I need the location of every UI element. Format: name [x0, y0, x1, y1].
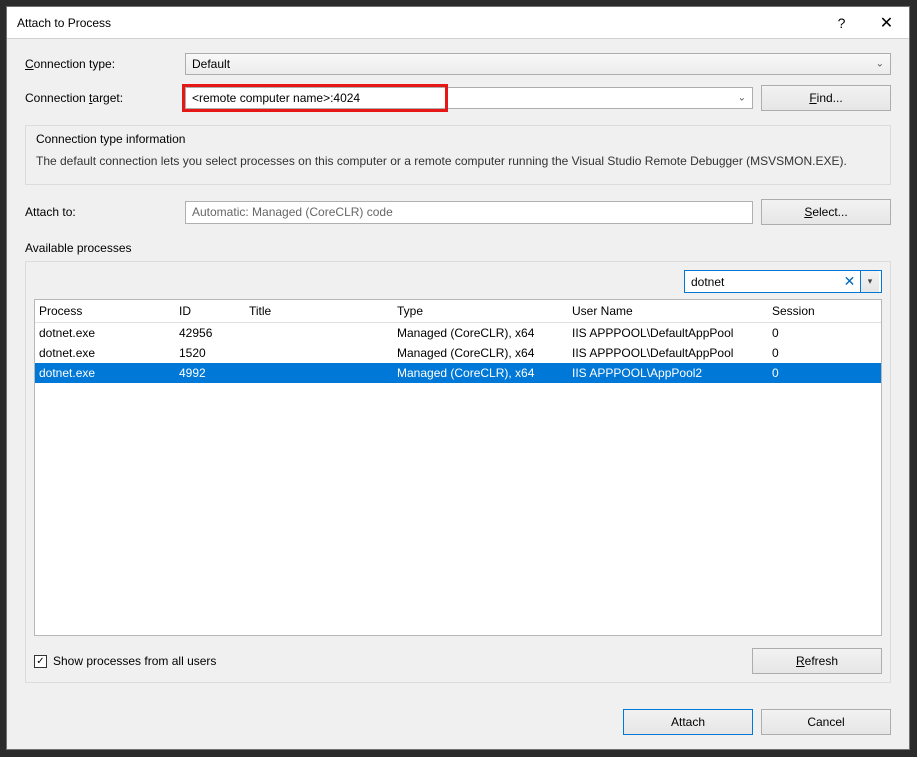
attach-to-process-dialog: Attach to Process ? ✕ Connection type: D… [6, 6, 910, 750]
cell-type: Managed (CoreCLR), x64 [393, 346, 568, 360]
checkbox-box: ✓ [34, 655, 47, 668]
cell-type: Managed (CoreCLR), x64 [393, 326, 568, 340]
action-row: Attach Cancel [7, 697, 909, 749]
filter-dropdown-icon[interactable]: ▾ [861, 271, 879, 292]
titlebar: Attach to Process ? ✕ [7, 7, 909, 39]
filter-row: dotnet ✕ ▾ [34, 270, 882, 293]
connection-target-row: Connection target: <remote computer name… [25, 85, 891, 111]
available-processes-label: Available processes [25, 241, 891, 255]
filter-input[interactable]: dotnet ✕ ▾ [684, 270, 882, 293]
col-session[interactable]: Session [768, 304, 848, 318]
cell-user: IIS APPPOOL\DefaultAppPool [568, 326, 768, 340]
table-row[interactable]: dotnet.exe42956 Managed (CoreCLR), x64IIS… [35, 323, 881, 343]
cell-session: 0 [768, 346, 848, 360]
help-icon[interactable]: ? [819, 7, 864, 39]
window-title: Attach to Process [17, 16, 819, 30]
clear-filter-icon[interactable]: ✕ [839, 271, 861, 292]
cell-type: Managed (CoreCLR), x64 [393, 366, 568, 380]
cell-user: IIS APPPOOL\AppPool2 [568, 366, 768, 380]
connection-target-combobox[interactable]: <remote computer name>:4024 ⌄ [185, 87, 753, 109]
connection-type-dropdown[interactable]: Default ⌄ [185, 53, 891, 75]
close-icon[interactable]: ✕ [864, 7, 909, 39]
connection-type-label: Connection type: [25, 57, 185, 71]
panel-bottom-row: ✓ Show processes from all users Refresh [34, 648, 882, 674]
cell-session: 0 [768, 366, 848, 380]
table-row[interactable]: dotnet.exe1520 Managed (CoreCLR), x64IIS … [35, 343, 881, 363]
cell-id: 42956 [175, 326, 245, 340]
show-all-users-label: Show processes from all users [53, 654, 216, 668]
col-title[interactable]: Title [245, 304, 393, 318]
table-body: dotnet.exe42956Managed (CoreCLR), x64IIS… [35, 323, 881, 635]
attach-to-value: Automatic: Managed (CoreCLR) code [192, 205, 393, 219]
cell-user: IIS APPPOOL\DefaultAppPool [568, 346, 768, 360]
select-button[interactable]: Select... [761, 199, 891, 225]
find-button[interactable]: Find... [761, 85, 891, 111]
table-row[interactable]: dotnet.exe4992 Managed (CoreCLR), x64IIS … [35, 363, 881, 383]
cell-process: dotnet.exe [35, 366, 175, 380]
cell-process: dotnet.exe [35, 326, 175, 340]
cancel-button[interactable]: Cancel [761, 709, 891, 735]
attach-to-field: Automatic: Managed (CoreCLR) code [185, 201, 753, 224]
refresh-button[interactable]: Refresh [752, 648, 882, 674]
info-group-title: Connection type information [36, 132, 880, 146]
col-process[interactable]: Process [35, 304, 175, 318]
filter-value: dotnet [691, 275, 839, 289]
cell-id: 1520 [175, 346, 245, 360]
connection-type-row: Connection type: Default ⌄ [25, 53, 891, 75]
connection-type-info-group: Connection type information The default … [25, 125, 891, 185]
chevron-down-icon: ⌄ [738, 93, 746, 104]
table-header: Process ID Title Type User Name Session [35, 300, 881, 323]
cell-process: dotnet.exe [35, 346, 175, 360]
col-type[interactable]: Type [393, 304, 568, 318]
attach-to-label: Attach to: [25, 205, 185, 219]
process-panel: dotnet ✕ ▾ Process ID Title Type User Na… [25, 261, 891, 683]
chevron-down-icon: ⌄ [876, 59, 884, 70]
show-all-users-checkbox[interactable]: ✓ Show processes from all users [34, 654, 216, 668]
col-user[interactable]: User Name [568, 304, 768, 318]
connection-type-value: Default [192, 57, 230, 71]
col-id[interactable]: ID [175, 304, 245, 318]
client-area: Connection type: Default ⌄ Connection ta… [7, 39, 909, 697]
connection-target-label: Connection target: [25, 91, 185, 105]
cell-session: 0 [768, 326, 848, 340]
attach-to-row: Attach to: Automatic: Managed (CoreCLR) … [25, 199, 891, 225]
cell-id: 4992 [175, 366, 245, 380]
attach-button[interactable]: Attach [623, 709, 753, 735]
process-table: Process ID Title Type User Name Session … [34, 299, 882, 636]
info-group-text: The default connection lets you select p… [36, 152, 880, 170]
connection-target-value: <remote computer name>:4024 [192, 91, 360, 105]
